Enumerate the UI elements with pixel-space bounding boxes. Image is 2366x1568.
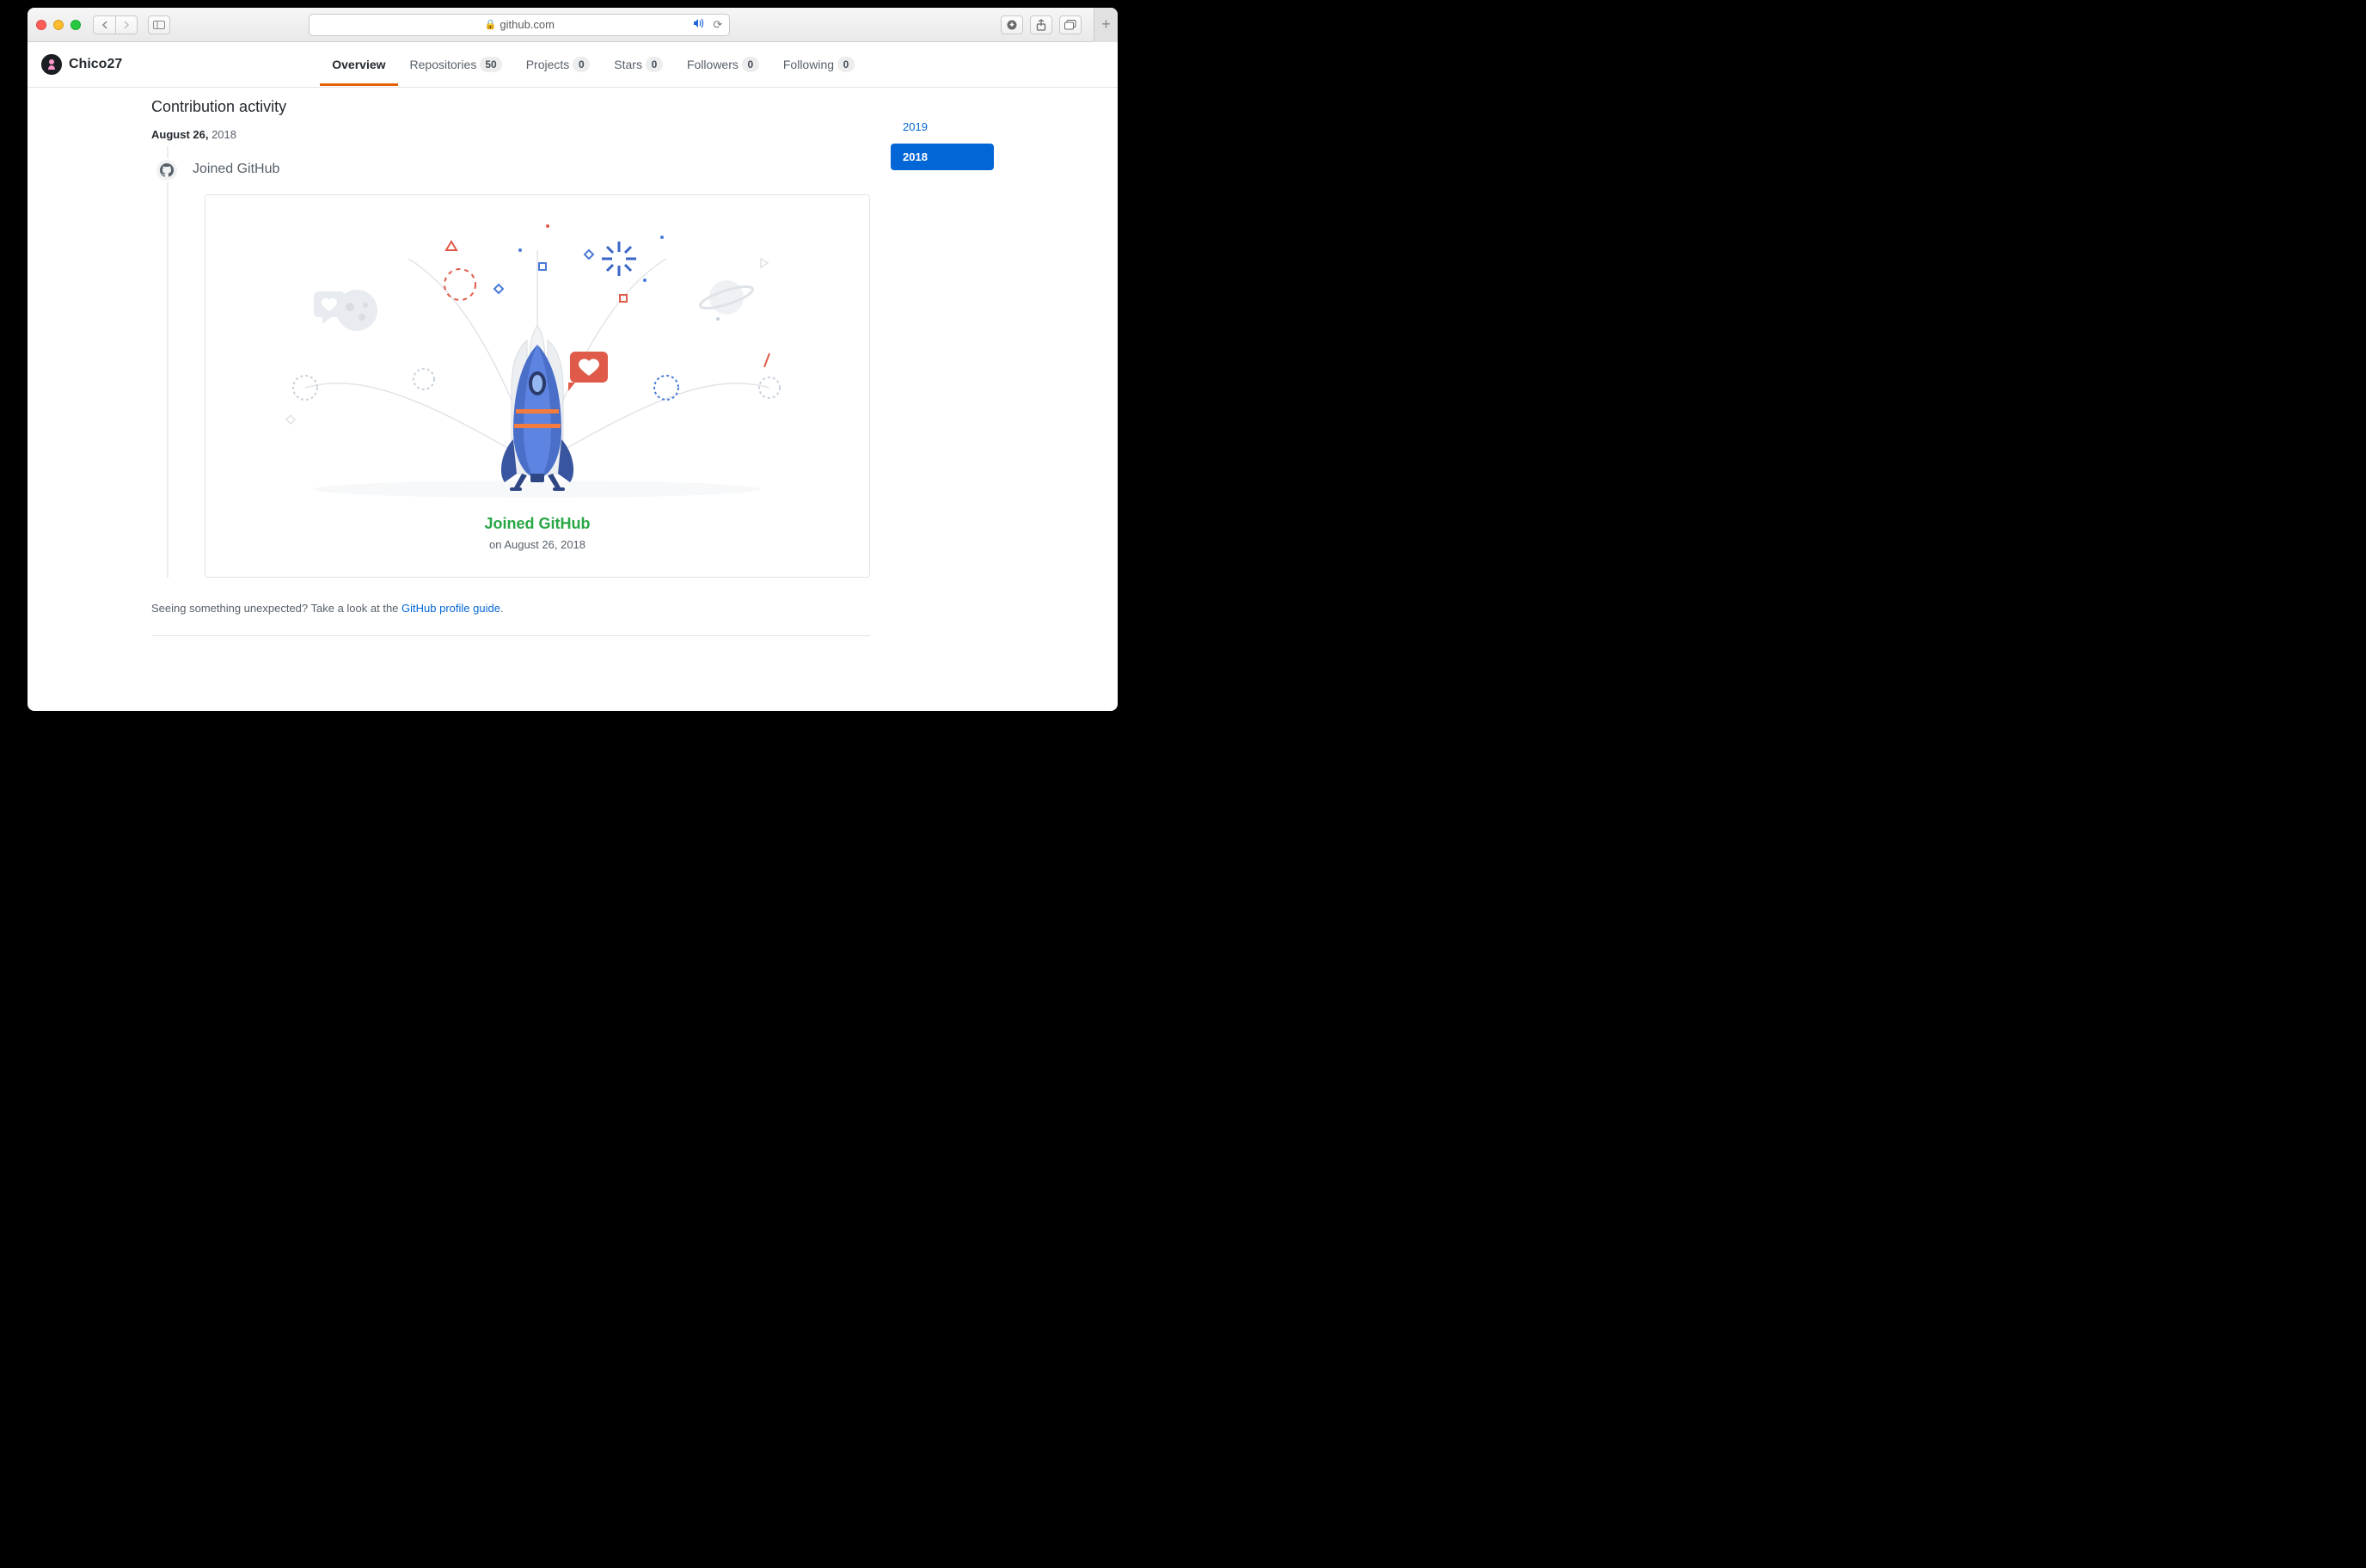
card-subtitle: on August 26, 2018 <box>226 538 849 551</box>
nav-buttons <box>93 15 138 34</box>
date-year: 2018 <box>208 128 236 141</box>
tab-label: Following <box>783 58 834 71</box>
toolbar-right <box>1001 15 1082 34</box>
tabs-button[interactable] <box>1059 15 1082 34</box>
tab-counter: 0 <box>646 57 663 72</box>
footer-suffix: . <box>500 602 504 615</box>
profile-tabs: OverviewRepositories50Projects0Stars0Fol… <box>320 43 867 86</box>
timeline: Joined GitHub <box>151 146 870 578</box>
minimize-window-button[interactable] <box>53 20 64 30</box>
sidebar-button[interactable] <box>148 15 170 34</box>
activity-date: August 26, 2018 <box>151 128 870 141</box>
tab-counter: 50 <box>480 57 501 72</box>
tab-followers[interactable]: Followers0 <box>675 43 771 86</box>
tab-stars[interactable]: Stars 0 <box>602 43 675 86</box>
new-tab-button[interactable]: + <box>1094 8 1118 42</box>
window-controls <box>36 20 81 30</box>
year-2018[interactable]: 2018 <box>891 144 994 170</box>
timeline-item-joined: Joined GitHub <box>167 146 870 578</box>
reload-icon[interactable]: ⟳ <box>713 18 722 32</box>
footer-text: Seeing something unexpected? Take a look… <box>151 602 401 615</box>
tab-repositories[interactable]: Repositories50 <box>398 43 514 86</box>
date-prefix: August 26, <box>151 128 208 141</box>
year-filter: 2019 2018 <box>891 98 994 636</box>
forward-button[interactable] <box>115 15 138 34</box>
tab-projects[interactable]: Projects0 <box>514 43 603 86</box>
content-area: Contribution activity August 26, 2018 Jo… <box>28 88 1118 711</box>
tab-label: Overview <box>332 58 385 71</box>
tab-label: Stars <box>614 58 642 71</box>
profile-guide-link[interactable]: GitHub profile guide <box>401 602 500 615</box>
lock-icon: 🔒 <box>485 19 497 30</box>
profile-header: Chico27 OverviewRepositories50Projects0S… <box>28 42 1118 88</box>
tab-overview[interactable]: Overview <box>320 43 397 86</box>
url-host: github.com <box>500 18 555 31</box>
github-icon <box>155 158 179 182</box>
tab-counter: 0 <box>837 57 855 72</box>
browser-toolbar: 🔒 github.com ⟳ + <box>28 8 1118 42</box>
back-button[interactable] <box>93 15 115 34</box>
tab-counter: 0 <box>742 57 759 72</box>
share-button[interactable] <box>1030 15 1052 34</box>
address-bar[interactable]: 🔒 github.com ⟳ <box>309 14 730 36</box>
avatar[interactable] <box>41 54 62 75</box>
tab-following[interactable]: Following0 <box>771 43 867 86</box>
tab-label: Followers <box>687 58 739 71</box>
tab-label: Projects <box>526 58 570 71</box>
contribution-heading: Contribution activity <box>151 98 870 116</box>
audio-icon[interactable] <box>693 18 705 31</box>
close-window-button[interactable] <box>36 20 46 30</box>
year-2019[interactable]: 2019 <box>891 113 994 140</box>
timeline-title: Joined GitHub <box>193 162 279 176</box>
downloads-button[interactable] <box>1001 15 1023 34</box>
joined-card: Joined GitHub on August 26, 2018 <box>205 194 870 578</box>
username[interactable]: Chico27 <box>69 57 122 72</box>
joined-illustration <box>226 216 849 499</box>
divider <box>151 635 870 636</box>
tab-label: Repositories <box>410 58 477 71</box>
footer-note: Seeing something unexpected? Take a look… <box>151 602 870 615</box>
card-title: Joined GitHub <box>226 515 849 533</box>
safari-window: 🔒 github.com ⟳ + Chico27 OverviewReposi <box>28 8 1118 711</box>
fullscreen-window-button[interactable] <box>70 20 81 30</box>
tab-counter: 0 <box>573 57 590 72</box>
main-column: Contribution activity August 26, 2018 Jo… <box>151 98 870 636</box>
